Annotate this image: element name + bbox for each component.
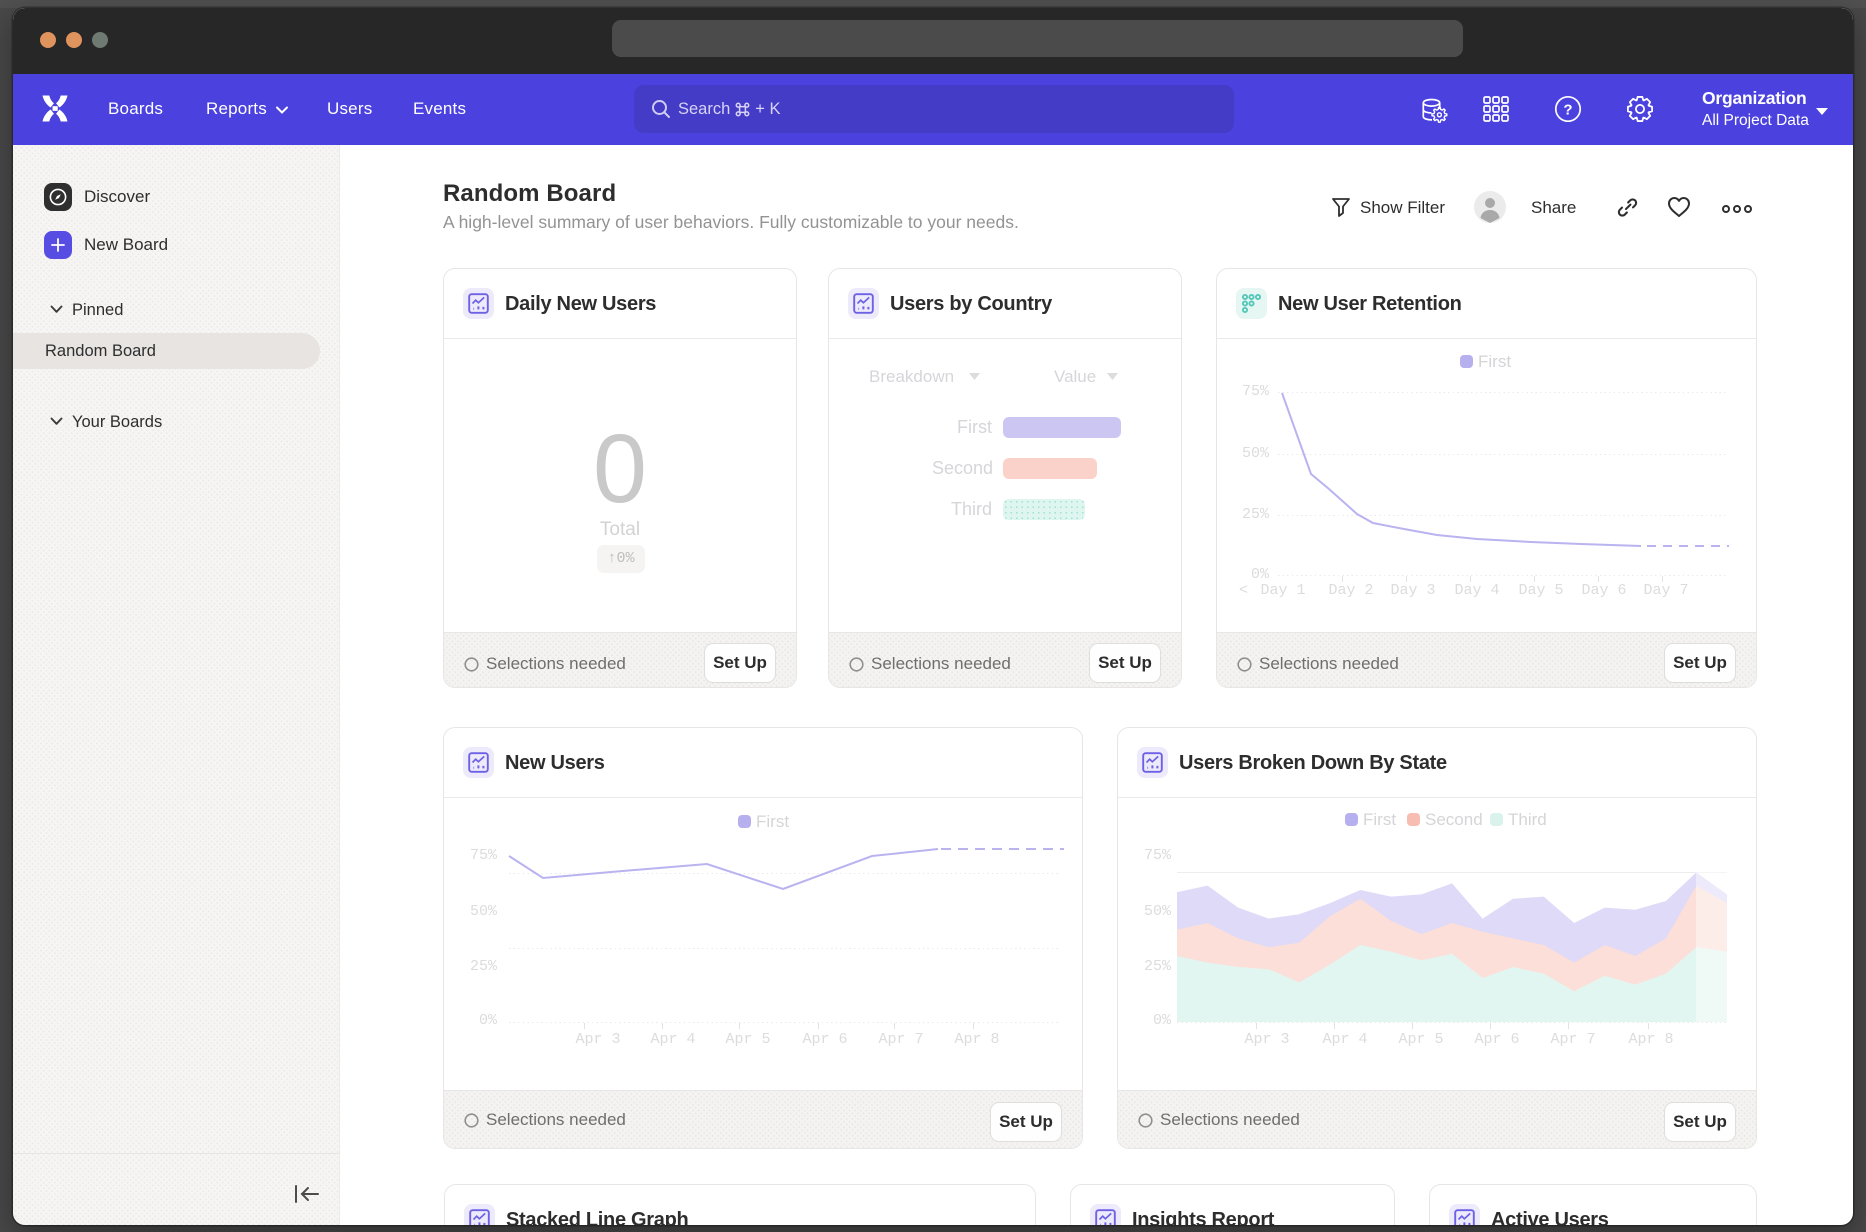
svg-text:?: ?	[1563, 102, 1572, 119]
